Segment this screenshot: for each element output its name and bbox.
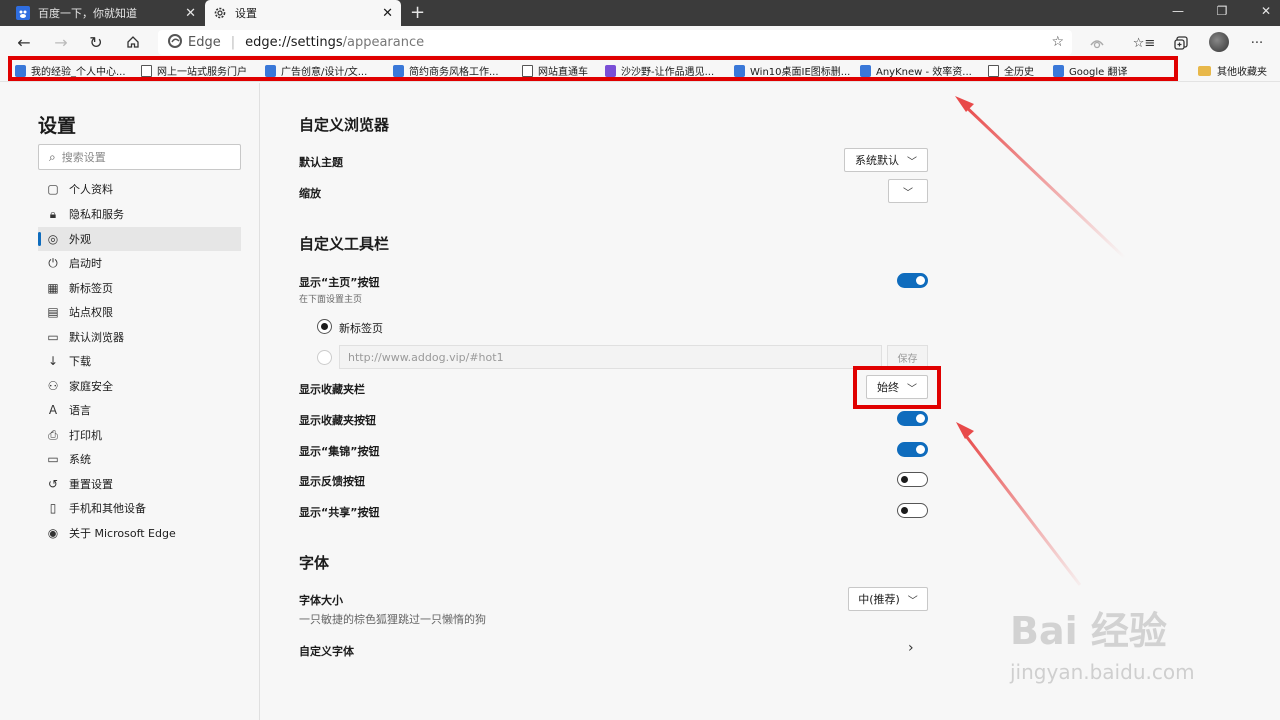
arrowhead-icon [956, 422, 974, 439]
arrow-to-dropdown [961, 431, 1082, 586]
watermark-url: jingyan.baidu.com [1010, 660, 1195, 684]
arrow-to-favorites-bar [961, 102, 1127, 260]
baidu-jingyan-watermark: Bai 经验 jingyan.baidu.com [1010, 600, 1240, 700]
arrowhead-icon [955, 96, 974, 112]
watermark-logo: Bai 经验 [1010, 609, 1167, 653]
